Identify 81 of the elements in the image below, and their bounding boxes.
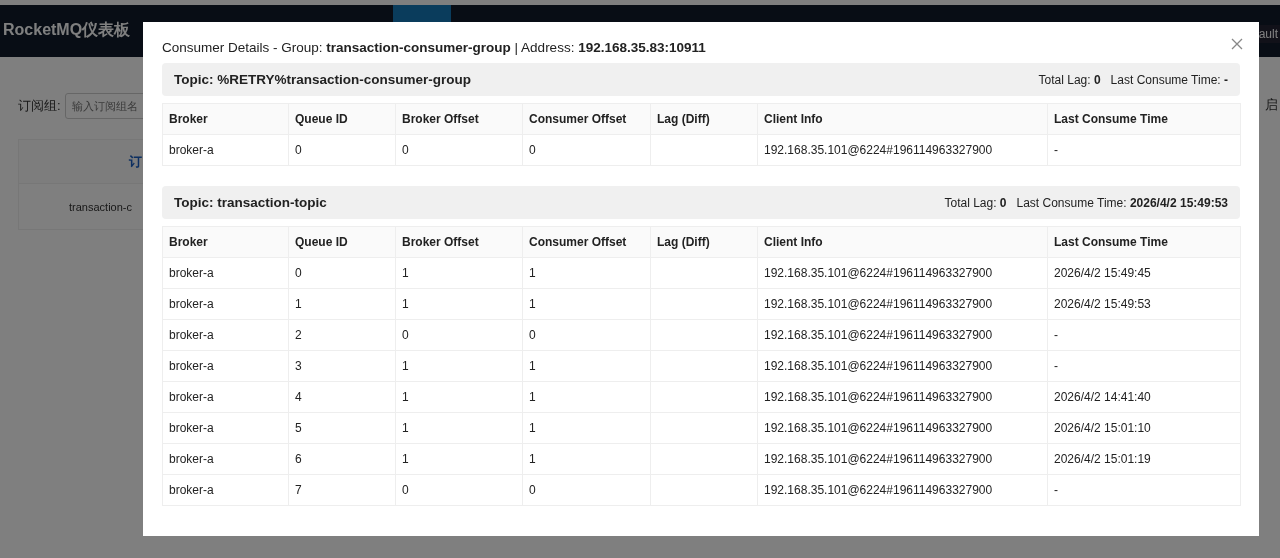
last-consume-time: Last Consume Time: 2026/4/2 15:49:53 <box>1016 195 1228 210</box>
column-header: Last Consume Time <box>1047 226 1241 258</box>
table-cell: 1 <box>395 257 523 289</box>
table-cell: 1 <box>288 288 396 320</box>
table-cell: 1 <box>522 288 651 320</box>
table-cell: broker-a <box>162 134 289 166</box>
table-cell: 1 <box>395 412 523 444</box>
table-cell: 1 <box>395 288 523 320</box>
table-cell: 192.168.35.101@6224#196114963327900 <box>757 412 1048 444</box>
side-text: 启 <box>1265 96 1278 114</box>
table-cell: 2026/4/2 15:01:19 <box>1047 443 1241 475</box>
column-header: Lag (Diff) <box>650 226 758 258</box>
column-header: Queue ID <box>288 103 396 135</box>
table-cell: 0 <box>395 319 523 351</box>
table-cell: broker-a <box>162 319 289 351</box>
table-cell: 1 <box>522 412 651 444</box>
table-cell: 0 <box>288 257 396 289</box>
table-cell: broker-a <box>162 412 289 444</box>
table-cell: - <box>1047 350 1241 382</box>
last-consume-time: Last Consume Time: - <box>1110 72 1228 87</box>
table-cell: 0 <box>395 474 523 506</box>
table-cell: 192.168.35.101@6224#196114963327900 <box>757 134 1048 166</box>
table-cell: 7 <box>288 474 396 506</box>
table-cell: 5 <box>288 412 396 444</box>
table-cell: broker-a <box>162 350 289 382</box>
table-cell: 1 <box>395 350 523 382</box>
topic-title: Topic: %RETRY%transaction-consumer-group <box>174 72 472 87</box>
table-cell: 0 <box>522 474 651 506</box>
column-header: 订 <box>129 152 142 171</box>
close-icon[interactable] <box>1231 38 1243 50</box>
table-cell: 0 <box>522 134 651 166</box>
table-cell: 1 <box>522 381 651 413</box>
total-lag: Total Lag: 0 <box>1038 72 1101 87</box>
column-header: Last Consume Time <box>1047 103 1241 135</box>
table-cell: 2026/4/2 15:49:45 <box>1047 257 1241 289</box>
table-cell: 2026/4/2 15:01:10 <box>1047 412 1241 444</box>
filter-label: 订阅组: <box>18 97 61 115</box>
column-header: Broker Offset <box>395 103 523 135</box>
table-cell: 4 <box>288 381 396 413</box>
column-header: Broker <box>162 103 289 135</box>
table-cell: broker-a <box>162 381 289 413</box>
table-cell: 192.168.35.101@6224#196114963327900 <box>757 257 1048 289</box>
app-title: RocketMQ仪表板 <box>2 19 131 40</box>
table-cell: 1 <box>395 381 523 413</box>
table-cell: - <box>1047 134 1241 166</box>
table-cell: 1 <box>522 350 651 382</box>
table-cell: 192.168.35.101@6224#196114963327900 <box>757 319 1048 351</box>
column-header: Broker Offset <box>395 226 523 258</box>
table-cell: 0 <box>395 134 523 166</box>
table-cell: 192.168.35.101@6224#196114963327900 <box>757 381 1048 413</box>
table-cell: 1 <box>522 443 651 475</box>
table-cell: 192.168.35.101@6224#196114963327900 <box>757 350 1048 382</box>
modal-title: Consumer Details - Group: transaction-consumer-group | Address: 192.168.35.83:10911 <box>162 40 706 55</box>
column-header: Broker <box>162 226 289 258</box>
column-header: Consumer Offset <box>522 103 651 135</box>
table-cell: 2026/4/2 15:49:53 <box>1047 288 1241 320</box>
column-header: Lag (Diff) <box>650 103 758 135</box>
table-cell: 2 <box>288 319 396 351</box>
table-cell: broker-a <box>162 443 289 475</box>
table-cell: broker-a <box>162 474 289 506</box>
column-header: Client Info <box>757 226 1048 258</box>
table-cell: 0 <box>522 319 651 351</box>
table-cell: 3 <box>288 350 396 382</box>
table-cell: - <box>1047 474 1241 506</box>
table-cell: - <box>1047 319 1241 351</box>
table-cell: 192.168.35.101@6224#196114963327900 <box>757 443 1048 475</box>
table-cell: 192.168.35.101@6224#196114963327900 <box>757 288 1048 320</box>
table-cell: 0 <box>288 134 396 166</box>
table-cell: transaction-c <box>69 200 132 213</box>
total-lag: Total Lag: 0 <box>944 195 1007 210</box>
column-header: Queue ID <box>288 226 396 258</box>
topic-title: Topic: transaction-topic <box>174 195 327 210</box>
column-header: Consumer Offset <box>522 226 651 258</box>
table-cell: 2026/4/2 14:41:40 <box>1047 381 1241 413</box>
table-cell: 192.168.35.101@6224#196114963327900 <box>757 474 1048 506</box>
table-cell: 1 <box>395 443 523 475</box>
table-cell: 1 <box>522 257 651 289</box>
table-cell: broker-a <box>162 288 289 320</box>
table-cell: broker-a <box>162 257 289 289</box>
table-cell: 6 <box>288 443 396 475</box>
column-header: Client Info <box>757 103 1048 135</box>
